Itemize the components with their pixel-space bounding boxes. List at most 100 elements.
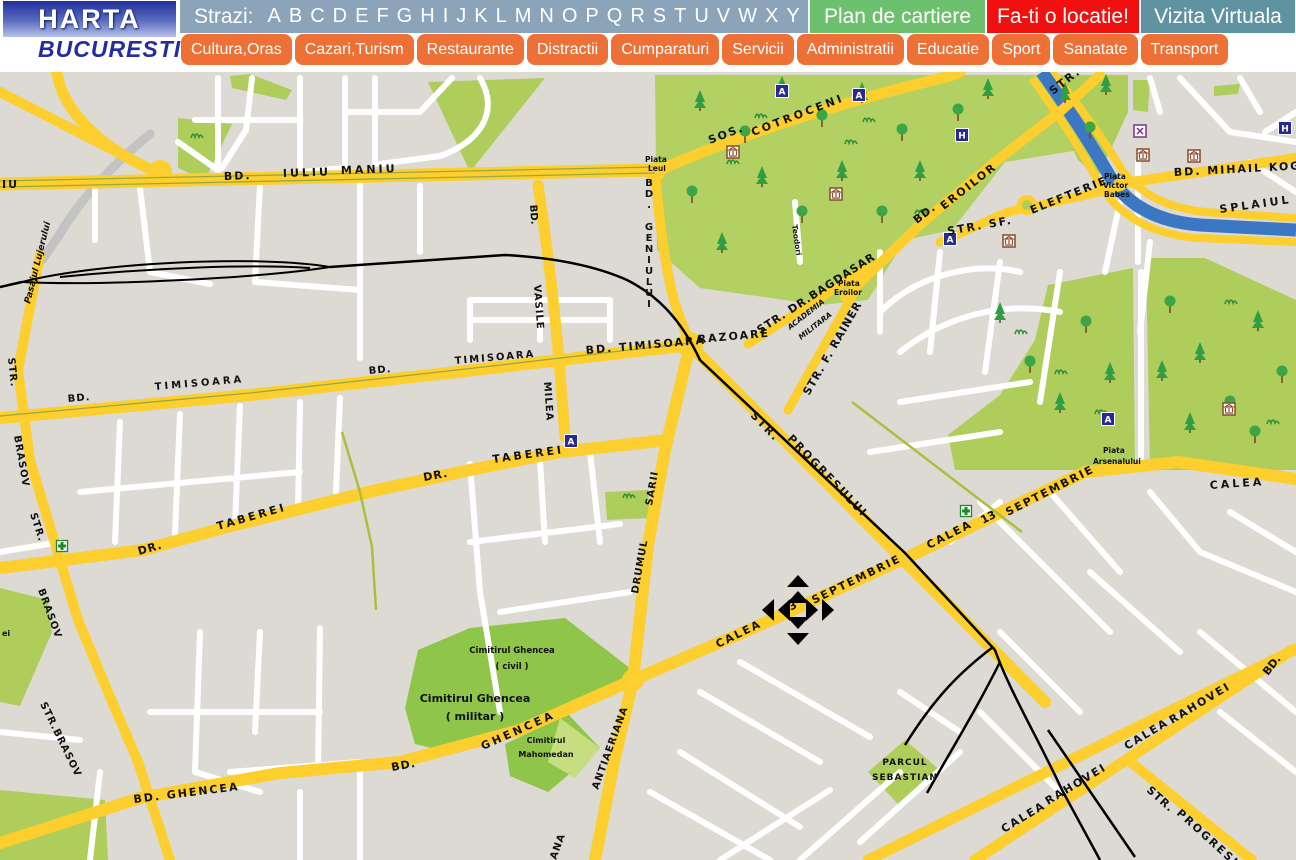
metro-icon: A (853, 89, 866, 102)
tab-transport[interactable]: Transport (1141, 34, 1229, 65)
street-label: Piata (1104, 172, 1126, 181)
street-label: MANIU (341, 162, 398, 177)
strazi-letter-M[interactable]: M (515, 5, 532, 28)
street-label: Babes (1104, 190, 1130, 199)
strazi-bar: Strazi: ABCDEFGHIJKLMNOPQRSTUVWXYZ (180, 0, 808, 33)
plan-de-cartiere-button[interactable]: Plan de cartiere (810, 0, 985, 33)
svg-text:A: A (568, 438, 575, 448)
museum-icon (1188, 150, 1200, 162)
street-label: BD. (67, 392, 91, 405)
map-canvas[interactable]: AAAAAHH IUBD.IULIUMANIUPasajul Lujerului… (0, 72, 1296, 860)
strazi-alphabet: ABCDEFGHIJKLMNOPQRSTUVWXYZ (264, 5, 824, 28)
header: HARTA BUCURESTI Strazi: ABCDEFGHIJKLMNOP… (0, 0, 1296, 72)
svg-text:H: H (958, 132, 966, 142)
strazi-letter-L[interactable]: L (496, 5, 507, 28)
tab-administratii[interactable]: Administratii (797, 34, 904, 65)
tab-distractii[interactable]: Distractii (527, 34, 608, 65)
logo-line1: HARTA (38, 4, 140, 35)
street-label: Cimitirul Ghencea (420, 692, 531, 705)
museum-icon (727, 146, 739, 158)
fa-ti-o-locatie-button[interactable]: Fa-ti o locatie! (987, 0, 1139, 33)
strazi-letter-F[interactable]: F (376, 5, 388, 28)
street-label: Eroilor (834, 288, 862, 297)
strazi-letter-E[interactable]: E (355, 5, 368, 28)
street-label: Arsenalului (1093, 457, 1141, 466)
street-label: SEBASTIAN (872, 773, 938, 783)
strazi-letter-D[interactable]: D (333, 5, 347, 28)
street-label: Leul (648, 164, 666, 173)
metro-icon: A (565, 435, 578, 448)
strazi-letter-T[interactable]: T (674, 5, 686, 28)
street-label: Piata (838, 279, 860, 288)
tab-educatie[interactable]: Educatie (907, 34, 989, 65)
street-label: BD. (527, 204, 539, 224)
tab-cumparaturi[interactable]: Cumparaturi (611, 34, 719, 65)
metro-icon: A (776, 85, 789, 98)
hospital-icon: H (1279, 122, 1292, 135)
tab-cultura-oras[interactable]: Cultura,Oras (181, 34, 292, 65)
hospital-icon: H (956, 129, 969, 142)
strazi-letter-R[interactable]: R (630, 5, 644, 28)
street-label: ei (2, 629, 10, 638)
strazi-letter-A[interactable]: A (268, 5, 281, 28)
logo-line2: BUCURESTI (38, 36, 181, 63)
tab-sanatate[interactable]: Sanatate (1053, 34, 1137, 65)
pharmacy-icon (961, 506, 972, 517)
strazi-letter-J[interactable]: J (456, 5, 466, 28)
strazi-letter-O[interactable]: O (562, 5, 578, 28)
strazi-letter-P[interactable]: P (585, 5, 598, 28)
top-buttons: Plan de cartiereFa-ti o locatie!Vizita V… (808, 0, 1295, 33)
pharmacy-icon (57, 541, 68, 552)
tab-cazari-turism[interactable]: Cazari,Turism (295, 34, 414, 65)
strazi-letter-X[interactable]: X (765, 5, 778, 28)
street-label: BD. (224, 169, 252, 183)
street-label: ( civil ) (495, 662, 528, 672)
metro-icon: A (1102, 413, 1115, 426)
street-label: Cimitirul Ghencea (469, 646, 555, 656)
logo-harta-banner: HARTA (3, 1, 176, 37)
svg-text:A: A (1105, 416, 1112, 426)
strazi-letter-S[interactable]: S (653, 5, 666, 28)
strazi-letter-Q[interactable]: Q (607, 5, 623, 28)
strazi-label: Strazi: (194, 5, 254, 29)
tab-servicii[interactable]: Servicii (722, 34, 794, 65)
museum-icon (1003, 235, 1015, 247)
top-bar: Strazi: ABCDEFGHIJKLMNOPQRSTUVWXYZ Plan … (180, 0, 1295, 33)
svg-text:A: A (779, 88, 786, 98)
street-label: Victor (1103, 181, 1128, 190)
strazi-letter-C[interactable]: C (310, 5, 324, 28)
museum-icon (1223, 403, 1235, 415)
strazi-letter-W[interactable]: W (738, 5, 757, 28)
street-label: PARCUL (882, 758, 927, 768)
strazi-letter-N[interactable]: N (539, 5, 553, 28)
street-label: Cimitirul (527, 736, 566, 745)
strazi-letter-H[interactable]: H (420, 5, 434, 28)
street-label: Mahomedan (518, 750, 573, 759)
museum-icon (1137, 149, 1149, 161)
strazi-letter-U[interactable]: U (694, 5, 708, 28)
strazi-letter-B[interactable]: B (289, 5, 302, 28)
street-label: ( militar ) (446, 710, 505, 723)
street-label: IULIU (283, 165, 331, 180)
theater-icon (1134, 125, 1146, 137)
strazi-letter-I[interactable]: I (443, 5, 449, 28)
site-logo[interactable]: HARTA BUCURESTI (0, 0, 179, 66)
museum-icon (830, 188, 842, 200)
strazi-letter-Y[interactable]: Y (786, 5, 799, 28)
tab-restaurante[interactable]: Restaurante (417, 34, 524, 65)
street-label: Piata (1103, 446, 1125, 455)
harta-bucuresti-app: HARTA BUCURESTI Strazi: ABCDEFGHIJKLMNOP… (0, 0, 1296, 860)
city-map[interactable]: AAAAAHH IUBD.IULIUMANIUPasajul Lujerului… (0, 72, 1296, 860)
street-label: BD. (368, 364, 392, 377)
street-label: BD. GENIULUI (644, 178, 655, 310)
category-tabs: Cultura,OrasCazari,TurismRestauranteDist… (181, 34, 1228, 65)
svg-text:A: A (856, 92, 863, 102)
tab-sport[interactable]: Sport (992, 34, 1050, 65)
street-label: Piata (645, 155, 667, 164)
street-label: IU (2, 178, 19, 191)
strazi-letter-G[interactable]: G (397, 5, 413, 28)
strazi-letter-V[interactable]: V (717, 5, 730, 28)
vizita-virtuala-button[interactable]: Vizita Virtuala (1141, 0, 1295, 33)
svg-text:H: H (1281, 125, 1289, 135)
strazi-letter-K[interactable]: K (474, 5, 487, 28)
